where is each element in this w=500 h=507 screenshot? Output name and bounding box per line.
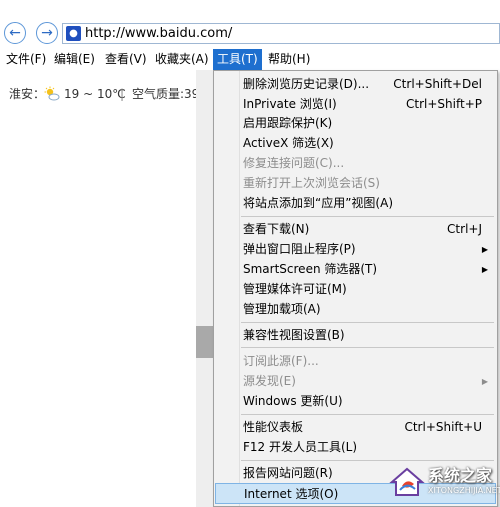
menu-item-label: SmartScreen 筛选器(T) [243,262,378,276]
menu-item-windows-update[interactable]: Windows 更新(U) [215,391,496,412]
menu-item-label: 重新打开上次浏览会话(S) [243,176,380,190]
menu-item-view-downloads[interactable]: 查看下载(N) Ctrl+J [215,219,496,240]
menu-favorites[interactable]: 收藏夹(A) [151,49,213,70]
menu-separator [241,322,494,323]
menu-item-shortcut: Ctrl+Shift+Del [393,77,482,91]
watermark-text: 系统之家 [428,466,493,485]
menu-item-label: 将站点添加到“应用”视图(A) [243,196,394,210]
house-logo-icon [389,467,425,496]
menu-item-tracking-protection[interactable]: 启用跟踪保护(K) [215,113,496,134]
back-arrow-icon: ← [9,25,21,41]
watermark: 系统之家 XITONGZHIJIA.NET [388,460,500,502]
menu-file[interactable]: 文件(F) [2,49,50,70]
menu-item-label: 管理加载项(A) [243,302,321,316]
menu-view[interactable]: 查看(V) [101,49,151,70]
menu-item-subscribe-feed: 订阅此源(F)... [215,351,496,372]
menu-item-label: 报告网站问题(R) [243,466,333,480]
submenu-arrow-icon: ▶ [481,245,488,254]
menu-item-label: 性能仪表板 [243,420,304,434]
menu-item-f12-devtools[interactable]: F12 开发人员工具(L) [215,437,496,458]
menu-item-label: Internet 选项(O) [244,487,339,501]
scrollbar-thumb[interactable] [196,326,213,358]
partly-cloudy-icon [44,86,60,101]
forward-button[interactable]: → [36,22,58,44]
weather-city[interactable]: 淮安： [9,84,45,104]
back-button[interactable]: ← [4,22,26,44]
menu-tools[interactable]: 工具(T) [213,49,262,70]
menu-item-manage-addons[interactable]: 管理加载项(A) [215,299,496,320]
menu-edit[interactable]: 编辑(E) [50,49,99,70]
submenu-arrow-icon: ▶ [481,377,488,386]
menu-item-media-licenses[interactable]: 管理媒体许可证(M) [215,279,496,300]
menu-item-popup-blocker[interactable]: 弹出窗口阻止程序(P) ▶ [215,239,496,260]
baidu-paw-icon: ● [66,26,81,41]
menu-help[interactable]: 帮助(H) [264,49,314,70]
page-scrollbar[interactable] [196,70,213,507]
tools-dropdown-menu: 删除浏览历史记录(D)... Ctrl+Shift+Del InPrivate … [213,70,498,507]
menu-item-label: 弹出窗口阻止程序(P) [243,242,356,256]
menu-item-shortcut: Ctrl+Shift+U [404,420,482,434]
navigation-bar: ← → ● http://www.baidu.com/ [0,20,500,48]
menu-item-shortcut: Ctrl+J [447,222,482,236]
url-text[interactable]: http://www.baidu.com/ [85,26,232,41]
menu-item-label: 启用跟踪保护(K) [243,116,333,130]
menu-separator [241,347,494,348]
menu-item-add-to-apps[interactable]: 将站点添加到“应用”视图(A) [215,193,496,214]
forward-arrow-icon: → [41,25,53,41]
menu-item-inprivate[interactable]: InPrivate 浏览(I) Ctrl+Shift+P [215,94,496,115]
air-quality-label: 空气质量:39 [132,87,200,101]
menu-separator [241,414,494,415]
menu-item-label: 订阅此源(F)... [243,354,319,368]
menu-item-label: 查看下载(N) [243,222,310,236]
menu-item-feed-discovery: 源发现(E) ▶ [215,371,496,392]
menu-item-shortcut: Ctrl+Shift+P [406,97,482,111]
weather-separator: | [120,87,125,101]
menu-bar: 文件(F) 编辑(E) 查看(V) 收藏夹(A) 工具(T) 帮助(H) [0,49,500,70]
menu-item-reopen-session: 重新打开上次浏览会话(S) [215,173,496,194]
menu-item-delete-history[interactable]: 删除浏览历史记录(D)... Ctrl+Shift+Del [215,74,496,95]
submenu-arrow-icon: ▶ [481,265,488,274]
menu-item-label: F12 开发人员工具(L) [243,440,358,454]
weather-widget: 淮安： 19 ~ 10℃ | 空气质量:39 优 [0,84,214,104]
menu-item-label: 修复连接问题(C)... [243,156,345,170]
menu-item-label: 管理媒体许可证(M) [243,282,347,296]
menu-item-label: Windows 更新(U) [243,394,343,408]
menu-item-smartscreen[interactable]: SmartScreen 筛选器(T) ▶ [215,259,496,280]
menu-item-compatibility-view[interactable]: 兼容性视图设置(B) [215,325,496,346]
menu-item-fix-connection: 修复连接问题(C)... [215,153,496,174]
menu-item-label: InPrivate 浏览(I) [243,97,337,111]
menu-item-activex-filter[interactable]: ActiveX 筛选(X) [215,133,496,154]
watermark-subtext: XITONGZHIJIA.NET [428,486,500,495]
menu-item-label: 删除浏览历史记录(D)... [243,77,370,91]
menu-item-label: 源发现(E) [243,374,296,388]
menu-item-label: ActiveX 筛选(X) [243,136,334,150]
address-bar[interactable]: ● http://www.baidu.com/ [62,23,500,44]
weather-temperature: 19 ~ 10℃ [64,87,126,101]
menu-item-performance-dashboard[interactable]: 性能仪表板 Ctrl+Shift+U [215,417,496,438]
menu-item-label: 兼容性视图设置(B) [243,328,345,342]
menu-separator [241,216,494,217]
